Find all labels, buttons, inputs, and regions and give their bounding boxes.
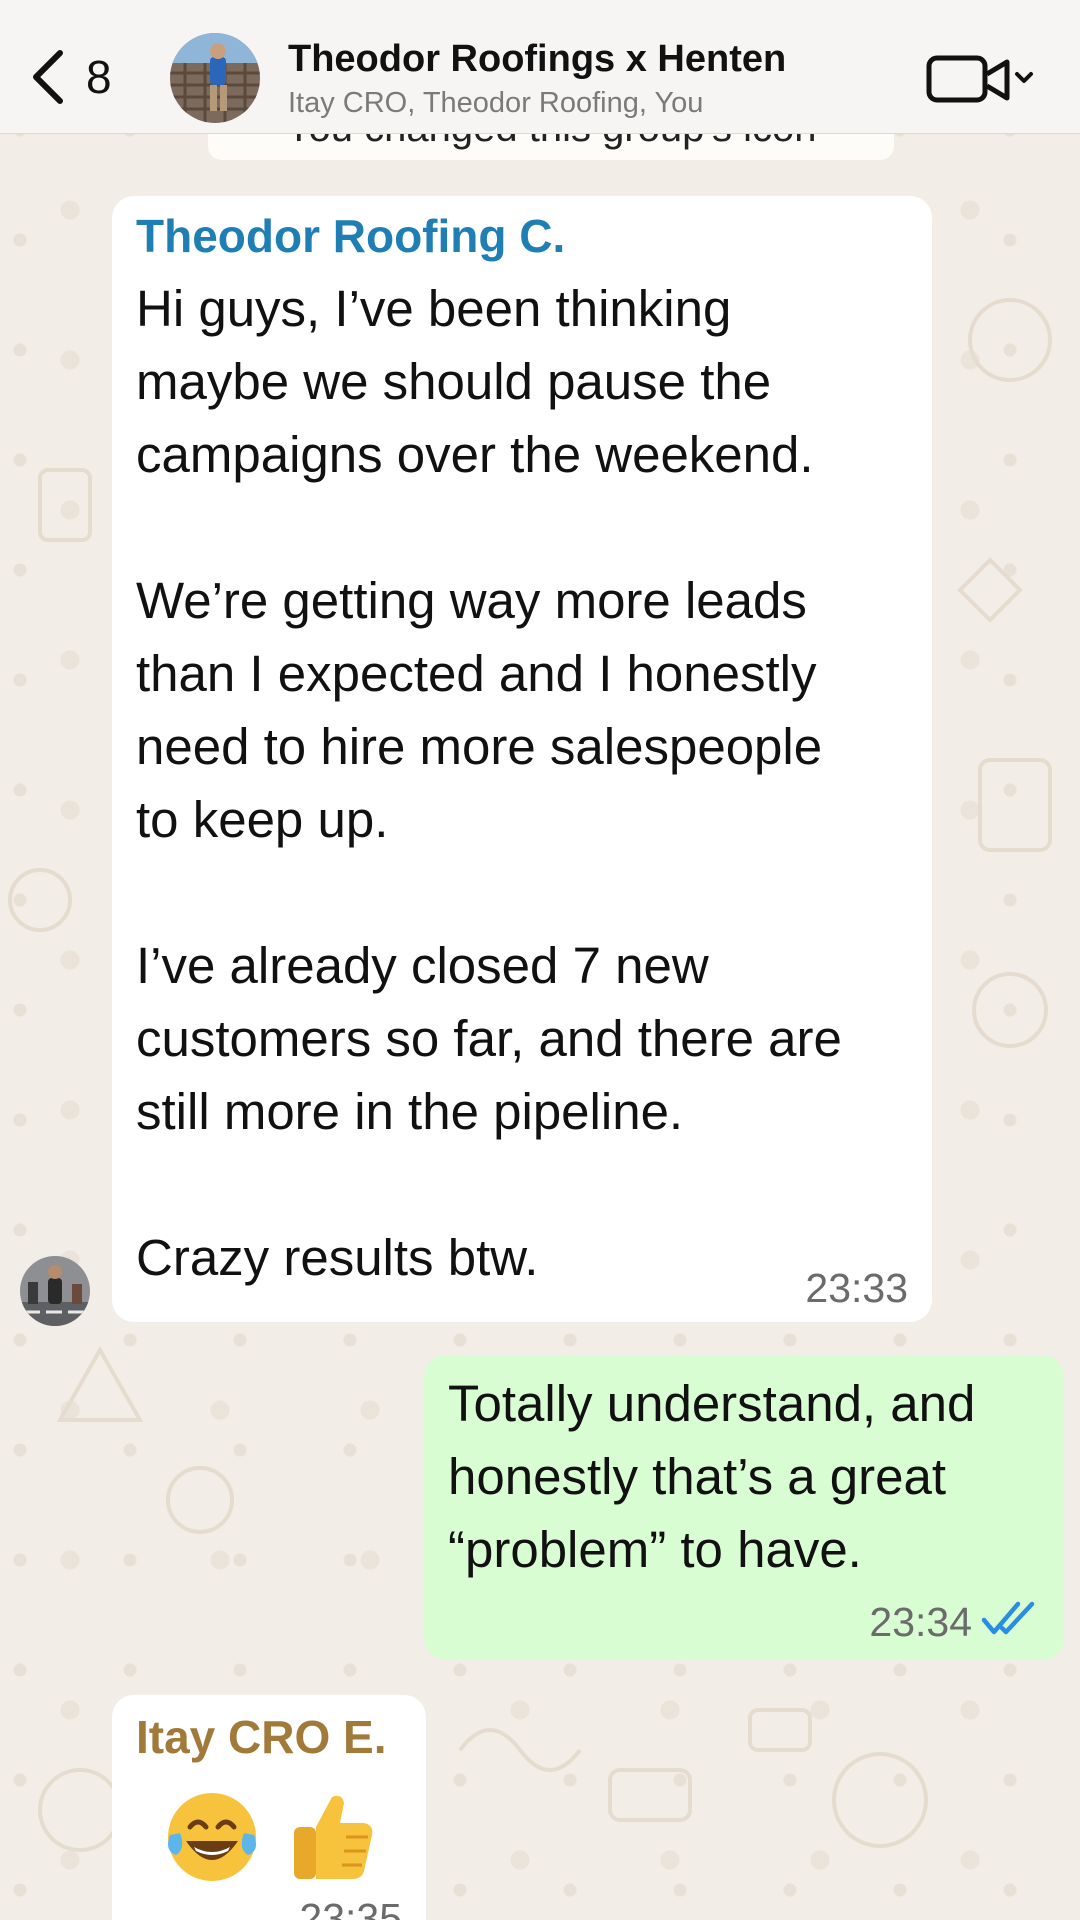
unread-count: 8 <box>86 51 112 103</box>
thumbs-up-emoji-icon <box>294 1795 373 1879</box>
group-title: Theodor Roofings x Henten <box>288 38 787 80</box>
sender-avatar-photo <box>20 1256 90 1326</box>
chat-header: 8 Theodor Roofings x Henten Itay CRO, Th… <box>0 0 1080 134</box>
incoming-message[interactable]: Itay CRO E. 23:35 <box>112 1695 426 1920</box>
message-time: 23:35 <box>299 1895 402 1920</box>
incoming-message[interactable]: Theodor Roofing C. Hi guys, I’ve been th… <box>112 196 932 1322</box>
message-time: 23:34 <box>869 1599 972 1645</box>
group-avatar[interactable] <box>170 33 260 123</box>
sender-name[interactable]: Theodor Roofing C. <box>136 208 565 264</box>
group-members: Itay CRO, Theodor Roofing, You <box>288 87 704 119</box>
outgoing-message[interactable]: Totally understand, and honestly that’s … <box>424 1355 1064 1660</box>
chevron-left-icon <box>33 50 63 104</box>
roof-worker-photo <box>170 33 260 123</box>
laughing-tears-emoji-icon <box>168 1793 256 1881</box>
video-camera-icon <box>926 55 1033 103</box>
message-text: Totally understand, and honestly that’s … <box>448 1375 976 1578</box>
chevron-down-icon <box>1015 72 1033 83</box>
video-call-button[interactable] <box>925 52 1035 108</box>
message-text: Hi guys, I’ve been thinking maybe we sho… <box>136 280 842 1286</box>
chat-title-block[interactable]: Theodor Roofings x Henten Itay CRO, Theo… <box>288 38 888 120</box>
sender-name[interactable]: Itay CRO E. <box>136 1709 387 1765</box>
double-check-icon <box>981 1601 1035 1635</box>
emoji-message <box>162 1787 380 1887</box>
message-time: 23:33 <box>805 1265 908 1311</box>
sender-avatar[interactable] <box>20 1256 90 1326</box>
back-button[interactable]: 8 <box>28 42 138 112</box>
